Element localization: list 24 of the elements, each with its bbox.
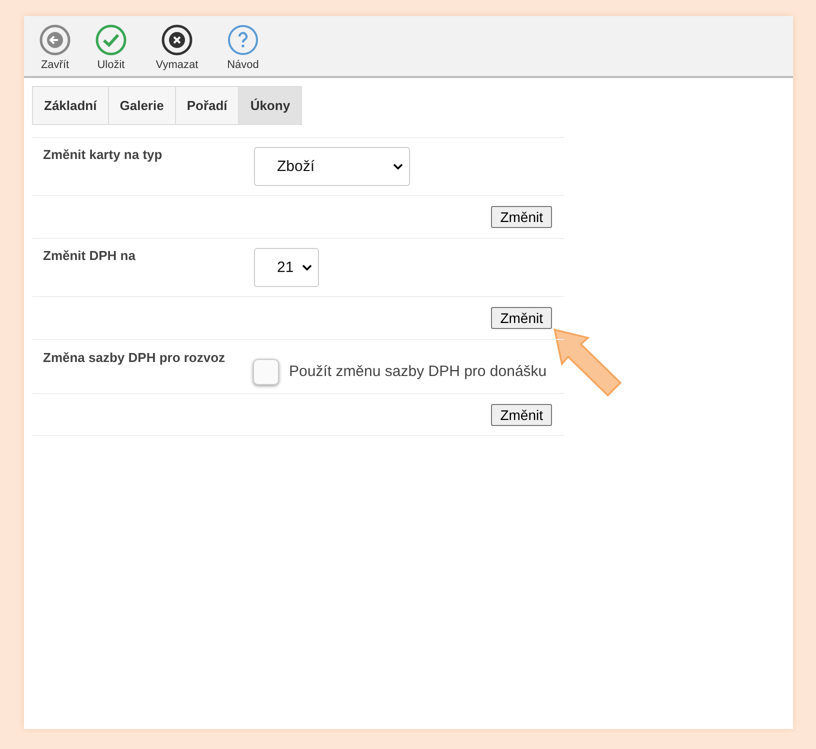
chevron-icon <box>393 163 403 170</box>
dropdown[interactable]: Zboží <box>254 147 410 186</box>
dropdown[interactable]: 21 <box>254 248 319 287</box>
tab[interactable]: Pořadí <box>174 86 238 125</box>
toolbar-button[interactable]: Vymazat <box>144 24 210 71</box>
field-label: Změnit karty na typ <box>43 147 164 164</box>
toolbar-button[interactable]: Zavřít <box>32 24 78 71</box>
field-label: Změnit DPH na <box>43 248 136 265</box>
change-button[interactable]: Změnit <box>491 307 552 329</box>
toolbar-button[interactable]: Uložit <box>78 24 144 71</box>
change-button[interactable]: Změnit <box>491 206 552 228</box>
field-label: Změna sazby DPH pro rozvoz <box>43 350 226 367</box>
help-icon <box>227 24 259 56</box>
toolbar-button[interactable]: Návod <box>210 24 276 71</box>
tab[interactable]: Úkony <box>238 86 302 125</box>
check-icon <box>95 24 127 56</box>
delete-icon <box>161 24 193 56</box>
checkbox-label[interactable]: Použít změnu sazby DPH pro donášku <box>289 363 547 380</box>
chevron-icon <box>302 264 312 271</box>
change-button[interactable]: Změnit <box>491 404 552 426</box>
back-icon <box>39 24 71 56</box>
tab[interactable]: Základní <box>32 86 108 125</box>
tab[interactable]: Galerie <box>108 86 175 125</box>
checkbox[interactable] <box>253 358 279 384</box>
